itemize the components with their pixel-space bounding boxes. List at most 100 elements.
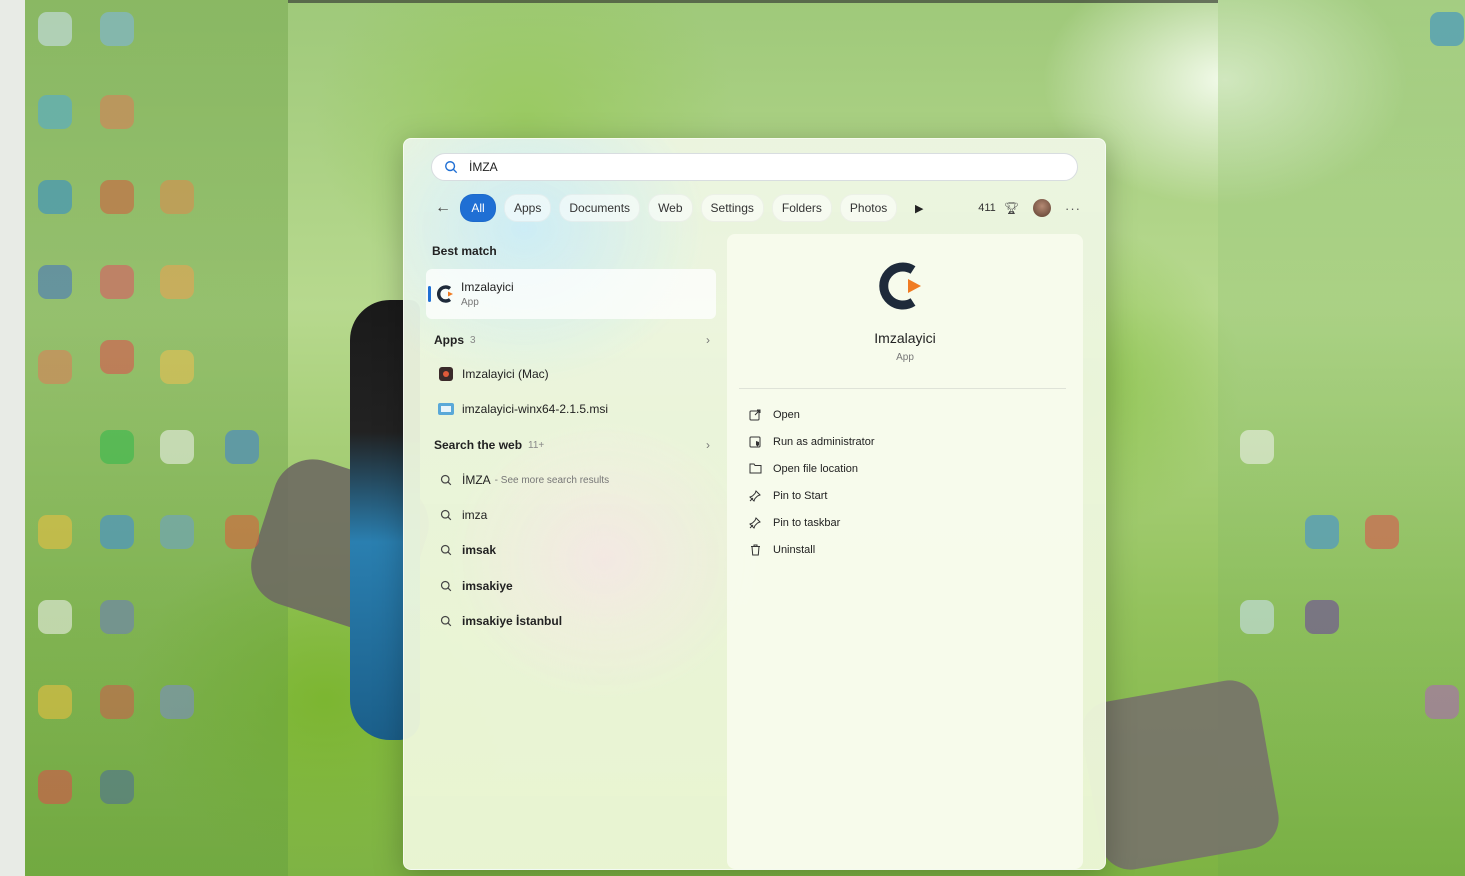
imzalayici-logo-icon — [879, 262, 921, 310]
trash-icon — [747, 542, 763, 558]
open-action[interactable]: Open — [747, 401, 1067, 428]
desktop-icon[interactable] — [100, 515, 134, 549]
mac-installer-icon — [438, 366, 454, 382]
desktop-icon[interactable] — [100, 600, 134, 634]
preview-pane: Imzalayici App Open Run as administrator — [727, 234, 1083, 869]
search-icon — [438, 542, 454, 558]
desktop-icon[interactable] — [160, 350, 194, 384]
apps-section-header[interactable]: Apps 3 › — [426, 326, 716, 354]
desktop-icon[interactable] — [100, 12, 134, 46]
desktop-icon[interactable] — [160, 265, 194, 299]
web-heading: Search the web — [434, 438, 523, 452]
pin-to-start-action[interactable]: Pin to Start — [747, 482, 1067, 509]
action-label: Open — [773, 408, 800, 421]
preview-app-name: Imzalayici — [874, 330, 936, 346]
action-label: Pin to Start — [773, 489, 828, 502]
desktop-icon[interactable] — [100, 340, 134, 374]
open-external-icon — [747, 407, 763, 423]
desktop-icon[interactable] — [1240, 600, 1274, 634]
search-icon — [438, 578, 454, 594]
desktop-icon[interactable] — [1305, 600, 1339, 634]
desktop-icon[interactable] — [100, 95, 134, 129]
desktop-icon[interactable] — [1365, 515, 1399, 549]
run-as-admin-action[interactable]: Run as administrator — [747, 428, 1067, 455]
tab-settings[interactable]: Settings — [700, 194, 764, 222]
best-match-item[interactable]: Imzalayici App — [426, 269, 716, 319]
desktop-icon[interactable] — [100, 770, 134, 804]
web-section-header[interactable]: Search the web 11+ › — [426, 431, 716, 459]
search-panel: ← All Apps Documents Web Settings Folder… — [403, 138, 1106, 870]
apps-count: 3 — [470, 334, 476, 346]
web-result-label: imsakiye İstanbul — [462, 614, 563, 628]
desktop-icon[interactable] — [100, 685, 134, 719]
web-result-label: imsakiye — [462, 579, 513, 593]
web-result-label: imsak — [462, 543, 497, 557]
list-item[interactable]: Imzalayici (Mac) — [426, 360, 716, 388]
web-result-item[interactable]: imsakiye — [426, 572, 716, 600]
list-item-label: imzalayici-winx64-2.1.5.msi — [462, 402, 609, 416]
open-file-location-action[interactable]: Open file location — [747, 455, 1067, 482]
desktop-icon[interactable] — [100, 430, 134, 464]
best-match-heading: Best match — [432, 244, 497, 258]
tab-photos[interactable]: Photos — [839, 194, 898, 222]
desktop-icon[interactable] — [160, 685, 194, 719]
desktop-icon[interactable] — [1305, 515, 1339, 549]
desktop-icon[interactable] — [100, 180, 134, 214]
desktop-icon[interactable] — [38, 770, 72, 804]
pin-icon — [747, 488, 763, 504]
web-result-label: imza — [462, 508, 488, 522]
desktop-icon[interactable] — [1425, 685, 1459, 719]
list-item[interactable]: imzalayici-winx64-2.1.5.msi — [426, 395, 716, 423]
desktop-icon[interactable] — [38, 12, 72, 46]
desktop-icon[interactable] — [100, 265, 134, 299]
desktop-icon[interactable] — [1240, 430, 1274, 464]
desktop-icon[interactable] — [225, 430, 259, 464]
desktop-icon[interactable] — [38, 515, 72, 549]
top-edge-line — [288, 0, 1218, 3]
desktop-icon[interactable] — [38, 265, 72, 299]
pin-to-taskbar-action[interactable]: Pin to taskbar — [747, 509, 1067, 536]
web-result-item[interactable]: imsak — [426, 536, 716, 564]
desktop-icon[interactable] — [38, 180, 72, 214]
trophy-icon[interactable]: 🏆︎ — [1004, 201, 1019, 215]
filter-bar: ← All Apps Documents Web Settings Folder… — [432, 194, 1087, 222]
imzalayici-logo-icon — [437, 285, 453, 303]
points-count[interactable]: 411 — [978, 202, 996, 214]
avatar[interactable] — [1033, 199, 1051, 217]
desktop-icon[interactable] — [38, 600, 72, 634]
msi-installer-icon — [438, 401, 454, 417]
desktop-icon[interactable] — [38, 95, 72, 129]
desktop-icon[interactable] — [225, 515, 259, 549]
action-label: Run as administrator — [773, 435, 875, 448]
uninstall-action[interactable]: Uninstall — [747, 536, 1067, 563]
search-input[interactable] — [467, 159, 1051, 175]
filter-right-tools: 411 🏆︎ ··· — [978, 194, 1087, 222]
preview-app-type: App — [896, 352, 914, 363]
chevron-right-icon: › — [706, 333, 710, 347]
play-icon[interactable]: ▶ — [909, 202, 929, 215]
desktop-icon[interactable] — [38, 350, 72, 384]
search-icon — [445, 161, 458, 174]
web-result-item[interactable]: imza — [426, 501, 716, 529]
desktop-icon[interactable] — [38, 685, 72, 719]
web-result-item[interactable]: imsakiye İstanbul — [426, 607, 716, 635]
action-label: Open file location — [773, 462, 858, 475]
desktop-icon[interactable] — [1430, 12, 1464, 46]
divider — [739, 388, 1066, 389]
tab-all[interactable]: All — [460, 194, 496, 222]
desktop-icon[interactable] — [160, 515, 194, 549]
web-result-item[interactable]: İMZA - See more search results — [426, 466, 716, 494]
search-box[interactable] — [431, 153, 1078, 181]
tab-folders[interactable]: Folders — [771, 194, 832, 222]
ellipsis-icon[interactable]: ··· — [1065, 201, 1081, 216]
desktop-icon[interactable] — [160, 430, 194, 464]
tab-documents[interactable]: Documents — [559, 194, 641, 222]
pin-icon — [747, 515, 763, 531]
action-label: Pin to taskbar — [773, 516, 841, 529]
chevron-right-icon: › — [706, 438, 710, 452]
desktop-icon[interactable] — [160, 180, 194, 214]
shield-admin-icon — [747, 434, 763, 450]
back-arrow-icon[interactable]: ← — [432, 197, 454, 219]
tab-web[interactable]: Web — [648, 194, 693, 222]
tab-apps[interactable]: Apps — [504, 194, 552, 222]
